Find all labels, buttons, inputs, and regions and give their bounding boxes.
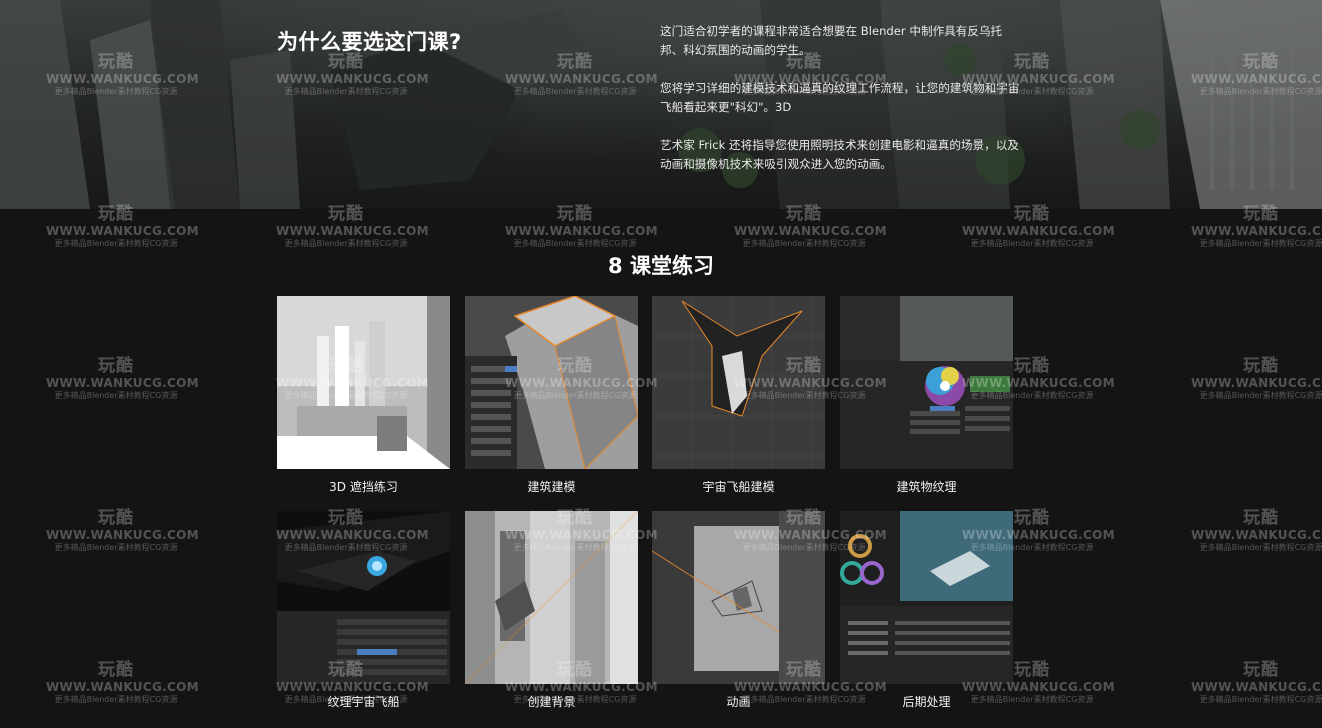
hero-title: 为什么要选这门课? bbox=[277, 30, 462, 54]
watermark: 玩酷WWW.WANKUCG.COM更多精品Blender素材教程CG资源 bbox=[505, 204, 658, 249]
watermark-tagline: 更多精品Blender素材教程CG资源 bbox=[1199, 543, 1322, 552]
exercise-label: 后期处理 bbox=[902, 695, 951, 709]
hero-description: 这门适合初学者的课程非常适合想要在 Blender 中制作具有反乌托邦、科幻氛围… bbox=[660, 22, 1020, 193]
watermark-tagline: 更多精品Blender素材教程CG资源 bbox=[1199, 239, 1322, 248]
watermark-site: WWW.WANKUCG.COM bbox=[46, 680, 199, 694]
exercise-card[interactable]: 建筑建模 bbox=[465, 296, 638, 494]
spaceship-modeling-preview-image bbox=[652, 296, 825, 469]
building-modeling-preview-image bbox=[465, 296, 638, 469]
exercise-card[interactable]: 纹理宇宙飞船 bbox=[277, 511, 450, 709]
exercise-card[interactable]: 后期处理 bbox=[840, 511, 1013, 709]
hero-paragraph: 这门适合初学者的课程非常适合想要在 Blender 中制作具有反乌托邦、科幻氛围… bbox=[660, 24, 1003, 57]
watermark: 玩酷WWW.WANKUCG.COM更多精品Blender素材教程CG资源 bbox=[46, 204, 199, 249]
exercise-thumbnail[interactable] bbox=[840, 296, 1013, 469]
exercise-card[interactable]: 3D 遮挡练习 bbox=[277, 296, 450, 494]
watermark-logo: 玩酷 bbox=[98, 356, 134, 376]
exercise-card[interactable]: 宇宙飞船建模 bbox=[652, 296, 825, 494]
building-texture-preview-image bbox=[840, 296, 1013, 469]
watermark-tagline: 更多精品Blender素材教程CG资源 bbox=[970, 239, 1094, 248]
watermark: 玩酷WWW.WANKUCG.COM更多精品Blender素材教程CG资源 bbox=[46, 356, 199, 401]
exercise-thumbnail[interactable] bbox=[277, 296, 450, 469]
exercise-card[interactable]: 建筑物纹理 bbox=[840, 296, 1013, 494]
watermark: 玩酷WWW.WANKUCG.COM更多精品Blender素材教程CG资源 bbox=[276, 204, 429, 249]
watermark-site: WWW.WANKUCG.COM bbox=[1191, 224, 1322, 238]
watermark-site: WWW.WANKUCG.COM bbox=[1191, 680, 1322, 694]
exercise-label: 建筑建模 bbox=[527, 480, 576, 494]
watermark-site: WWW.WANKUCG.COM bbox=[46, 528, 199, 542]
watermark-site: WWW.WANKUCG.COM bbox=[1191, 528, 1322, 542]
exercise-label: 纹理宇宙飞船 bbox=[327, 695, 400, 709]
exercise-thumbnail[interactable] bbox=[465, 296, 638, 469]
watermark-tagline: 更多精品Blender素材教程CG资源 bbox=[54, 391, 178, 400]
hero-banner: 为什么要选这门课? 这门适合初学者的课程非常适合想要在 Blender 中制作具… bbox=[0, 0, 1322, 209]
watermark-site: WWW.WANKUCG.COM bbox=[1191, 376, 1322, 390]
watermark: 玩酷WWW.WANKUCG.COM更多精品Blender素材教程CG资源 bbox=[1191, 356, 1322, 401]
watermark-site: WWW.WANKUCG.COM bbox=[46, 224, 199, 238]
watermark-tagline: 更多精品Blender素材教程CG资源 bbox=[742, 239, 866, 248]
watermark-tagline: 更多精品Blender素材教程CG资源 bbox=[513, 239, 637, 248]
exercise-thumbnail[interactable] bbox=[277, 511, 450, 684]
watermark-tagline: 更多精品Blender素材教程CG资源 bbox=[54, 543, 178, 552]
watermark-tagline: 更多精品Blender素材教程CG资源 bbox=[284, 239, 408, 248]
watermark-tagline: 更多精品Blender素材教程CG资源 bbox=[54, 695, 178, 704]
watermark: 玩酷WWW.WANKUCG.COM更多精品Blender素材教程CG资源 bbox=[46, 660, 199, 705]
exercise-label: 动画 bbox=[726, 695, 751, 709]
watermark: 玩酷WWW.WANKUCG.COM更多精品Blender素材教程CG资源 bbox=[46, 508, 199, 553]
watermark-logo: 玩酷 bbox=[1243, 508, 1279, 528]
exercise-card[interactable]: 动画 bbox=[652, 511, 825, 709]
spaceship-texture-preview-image bbox=[277, 511, 450, 684]
exercise-card[interactable]: 创建背景 bbox=[465, 511, 638, 709]
exercise-thumbnail[interactable] bbox=[465, 511, 638, 684]
post-processing-preview-image bbox=[840, 511, 1013, 684]
watermark-site: WWW.WANKUCG.COM bbox=[505, 224, 658, 238]
hero-paragraph: 艺术家 Frick 还将指导您使用照明技术来创建电影和逼真的场景，以及动画和摄像… bbox=[660, 138, 1019, 171]
exercise-thumbnail[interactable] bbox=[652, 511, 825, 684]
watermark-site: WWW.WANKUCG.COM bbox=[46, 376, 199, 390]
watermark-site: WWW.WANKUCG.COM bbox=[734, 224, 887, 238]
exercise-label: 3D 遮挡练习 bbox=[329, 480, 398, 494]
watermark-site: WWW.WANKUCG.COM bbox=[962, 224, 1115, 238]
watermark: 玩酷WWW.WANKUCG.COM更多精品Blender素材教程CG资源 bbox=[1191, 508, 1322, 553]
exercise-label: 建筑物纹理 bbox=[896, 480, 957, 494]
exercise-label: 宇宙飞船建模 bbox=[702, 480, 775, 494]
watermark-tagline: 更多精品Blender素材教程CG资源 bbox=[1199, 695, 1322, 704]
watermark-logo: 玩酷 bbox=[1243, 356, 1279, 376]
watermark: 玩酷WWW.WANKUCG.COM更多精品Blender素材教程CG资源 bbox=[1191, 660, 1322, 705]
blocking-preview-image bbox=[277, 296, 450, 469]
exercise-thumbnail[interactable] bbox=[840, 511, 1013, 684]
watermark-tagline: 更多精品Blender素材教程CG资源 bbox=[1199, 391, 1322, 400]
watermark-logo: 玩酷 bbox=[1243, 660, 1279, 680]
watermark: 玩酷WWW.WANKUCG.COM更多精品Blender素材教程CG资源 bbox=[962, 204, 1115, 249]
watermark-logo: 玩酷 bbox=[98, 660, 134, 680]
exercises-title: 8 课堂练习 bbox=[608, 254, 714, 278]
watermark: 玩酷WWW.WANKUCG.COM更多精品Blender素材教程CG资源 bbox=[734, 204, 887, 249]
background-preview-image bbox=[465, 511, 638, 684]
watermark-tagline: 更多精品Blender素材教程CG资源 bbox=[54, 239, 178, 248]
watermark: 玩酷WWW.WANKUCG.COM更多精品Blender素材教程CG资源 bbox=[1191, 204, 1322, 249]
hero-paragraph: 您将学习详细的建模技术和逼真的纹理工作流程，让您的建筑物和宇宙飞船看起来更"科幻… bbox=[660, 81, 1020, 114]
watermark-site: WWW.WANKUCG.COM bbox=[276, 224, 429, 238]
watermark-logo: 玩酷 bbox=[98, 508, 134, 528]
exercise-label: 创建背景 bbox=[527, 695, 576, 709]
animation-preview-image bbox=[652, 511, 825, 684]
exercise-thumbnail[interactable] bbox=[652, 296, 825, 469]
